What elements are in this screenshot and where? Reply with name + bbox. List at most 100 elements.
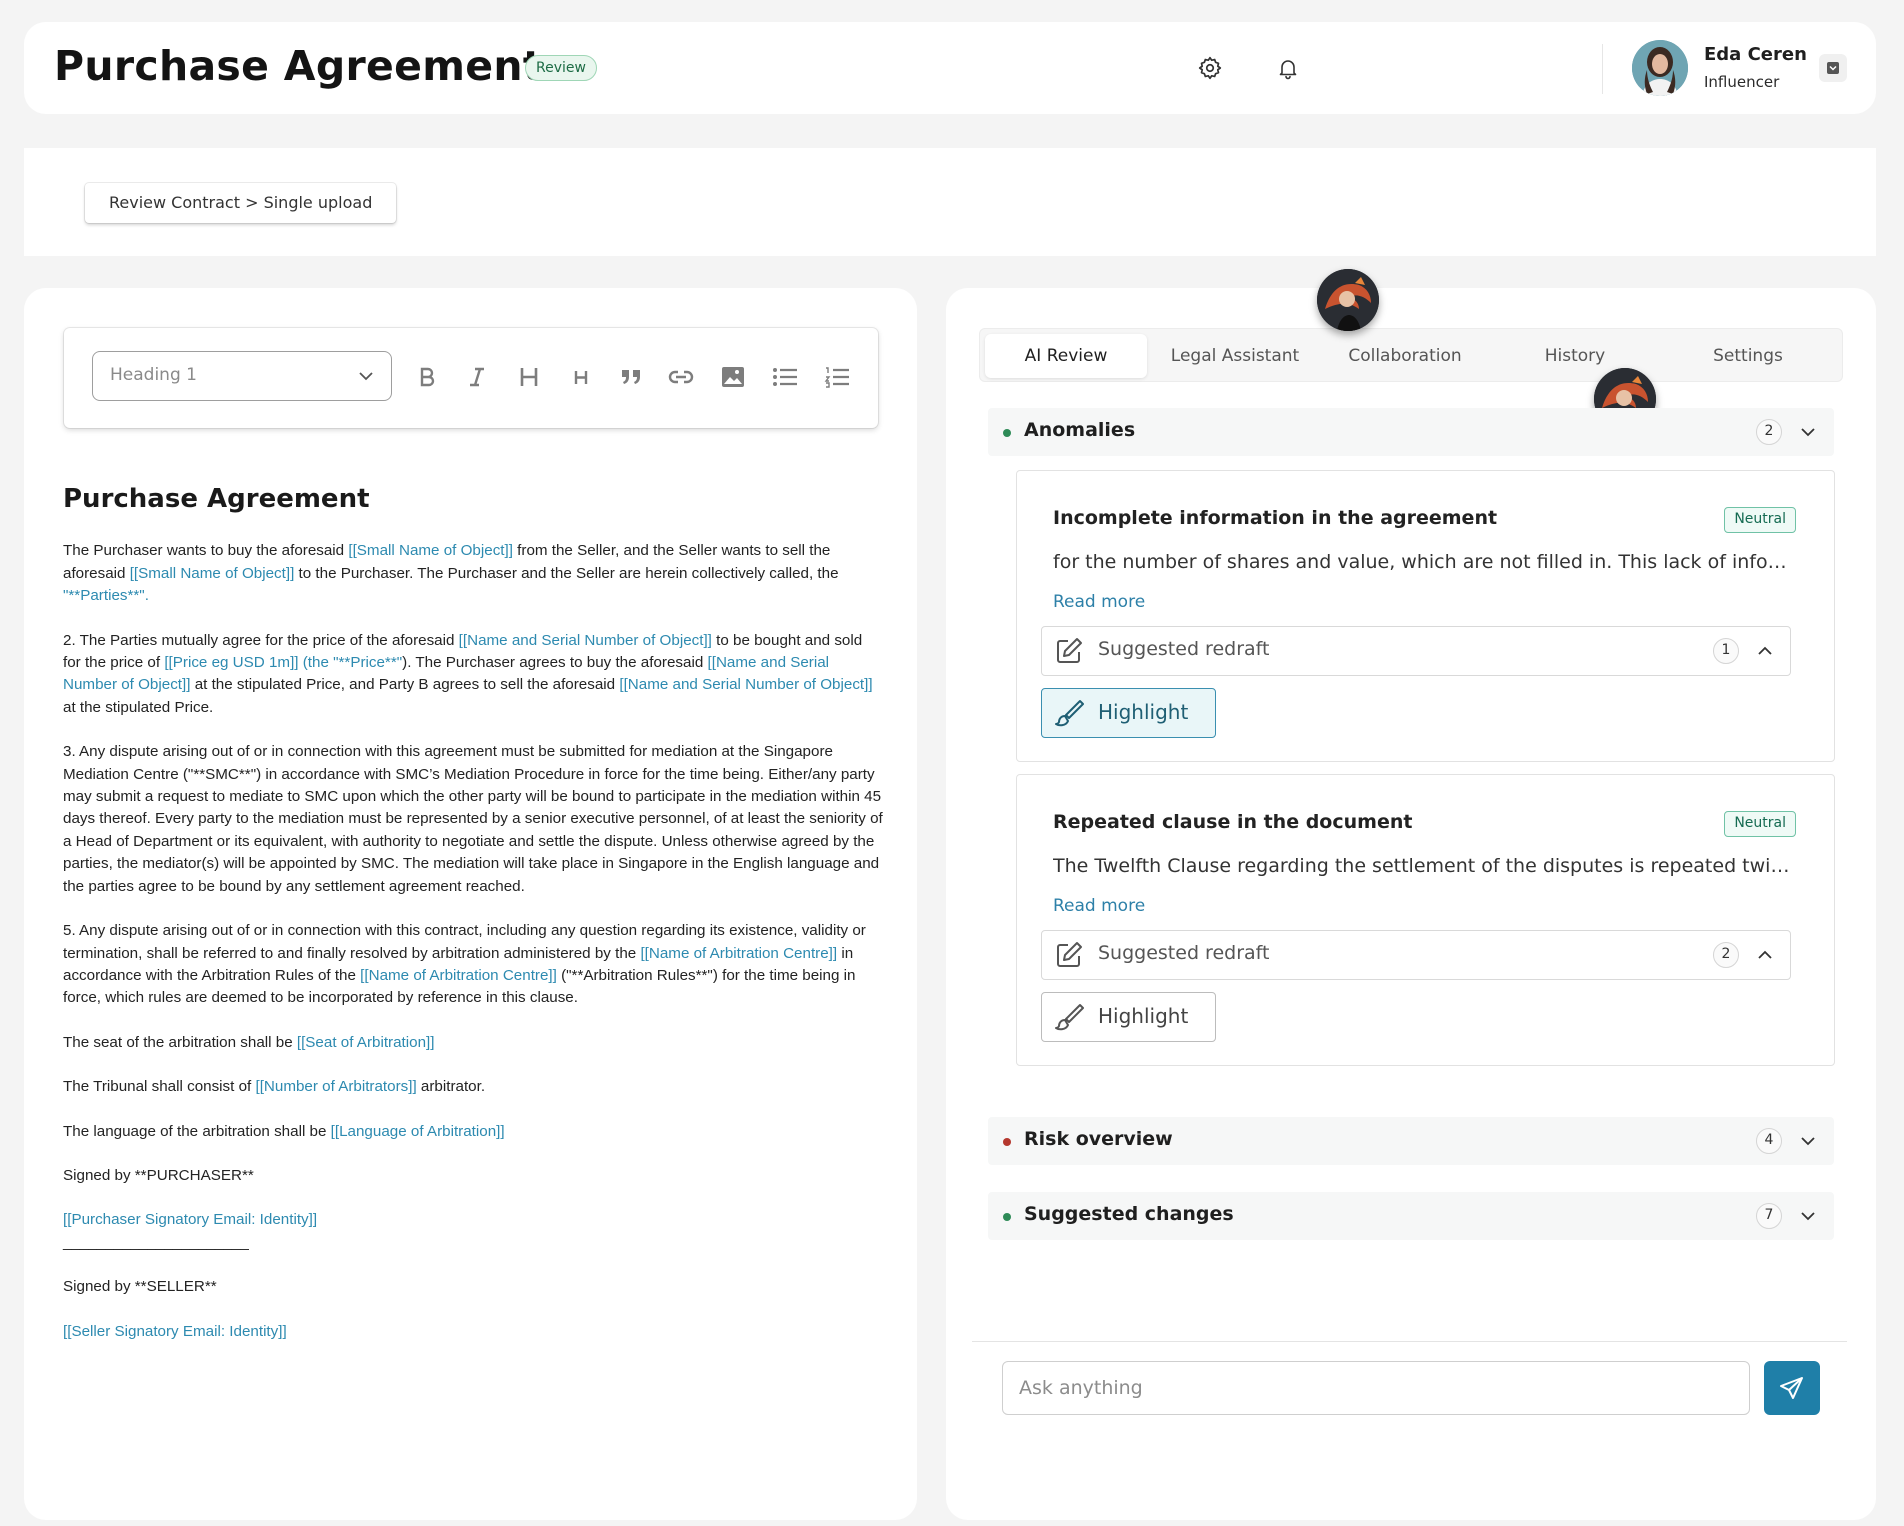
heading-small-icon bbox=[574, 371, 588, 384]
signature-separator: ______________________ bbox=[63, 1233, 249, 1251]
quote-button[interactable] bbox=[616, 362, 646, 392]
read-more-link[interactable]: Read more bbox=[1053, 592, 1145, 612]
heading-small-button[interactable] bbox=[566, 362, 596, 392]
issue-description: for the number of shares and value, whic… bbox=[1053, 551, 1793, 573]
image-icon bbox=[722, 367, 744, 387]
review-tabs: AI Review Legal Assistant Collaboration … bbox=[979, 328, 1843, 382]
heading-select[interactable]: Heading 1 bbox=[92, 351, 392, 401]
issue-card: Incomplete information in the agreement … bbox=[1016, 470, 1835, 762]
heading-large-button[interactable] bbox=[514, 362, 544, 392]
highlight-button[interactable]: Highlight bbox=[1041, 688, 1216, 738]
brush-icon bbox=[1055, 700, 1084, 727]
chevron-down-icon bbox=[1827, 62, 1839, 74]
paragraph-seat: The seat of the arbitration shall be [[S… bbox=[63, 1033, 435, 1051]
user-name: Eda Ceren bbox=[1704, 44, 1807, 65]
placeholder-field[interactable]: [[Name and Serial Number of Object]] bbox=[619, 676, 872, 693]
issue-title: Repeated clause in the document bbox=[1053, 811, 1413, 833]
paragraph-mediation: 3. Any dispute arising out of or in conn… bbox=[63, 743, 883, 895]
section-anomalies[interactable]: Anomalies 2 bbox=[988, 408, 1834, 456]
collaborator-avatar[interactable] bbox=[1317, 269, 1379, 331]
chat-input[interactable] bbox=[1002, 1361, 1750, 1415]
paragraph-tribunal: The Tribunal shall consist of [[Number o… bbox=[63, 1078, 486, 1096]
status-dot bbox=[1003, 429, 1011, 437]
breadcrumb-panel: Review Contract > Single upload bbox=[24, 148, 1876, 256]
avatar[interactable] bbox=[1632, 40, 1688, 96]
highlight-button[interactable]: Highlight bbox=[1041, 992, 1216, 1042]
bell-icon[interactable] bbox=[1270, 50, 1306, 86]
seller-email-placeholder[interactable]: [[Seller Signatory Email: Identity]] bbox=[63, 1321, 883, 1343]
placeholder-field[interactable]: "**Parties**". bbox=[63, 587, 149, 604]
chevron-down-icon bbox=[1801, 1212, 1815, 1221]
bold-icon bbox=[420, 367, 435, 387]
document-body[interactable]: Purchase Agreement The Purchaser wants t… bbox=[63, 484, 883, 1365]
signed-by-purchaser: Signed by **PURCHASER** bbox=[63, 1166, 254, 1184]
placeholder-field[interactable]: [[Name and Serial Number of Object]] bbox=[459, 632, 712, 649]
user-role: Influencer bbox=[1704, 73, 1780, 91]
bold-button[interactable] bbox=[412, 362, 442, 392]
section-label: Anomalies bbox=[1024, 419, 1136, 441]
section-risk-overview[interactable]: Risk overview 4 bbox=[988, 1117, 1834, 1165]
purchaser-email-placeholder[interactable]: [[Purchaser Signatory Email: Identity]] bbox=[63, 1209, 883, 1231]
placeholder-field[interactable]: [[Small Name of Object]] bbox=[130, 565, 295, 582]
placeholder-field[interactable]: [[Small Name of Object]] bbox=[348, 542, 513, 559]
heading-select-value: Heading 1 bbox=[110, 365, 197, 385]
signed-by-seller: Signed by **SELLER** bbox=[63, 1278, 217, 1296]
placeholder-field[interactable]: [[Number of Arbitrators]] bbox=[255, 1078, 416, 1095]
placeholder-field[interactable]: [[Name of Arbitration Centre]] bbox=[640, 945, 837, 962]
read-more-link[interactable]: Read more bbox=[1053, 896, 1145, 916]
header-divider bbox=[1602, 44, 1603, 94]
tab-collaboration[interactable]: Collaboration bbox=[1325, 334, 1485, 378]
placeholder-field[interactable]: [[Seat of Arbitration]] bbox=[297, 1034, 435, 1051]
highlight-label: Highlight bbox=[1098, 700, 1189, 724]
highlight-label: Highlight bbox=[1098, 1004, 1189, 1028]
link-icon bbox=[668, 370, 694, 384]
chevron-down-icon bbox=[1801, 1137, 1815, 1146]
severity-badge: Neutral bbox=[1724, 811, 1796, 837]
bullet-list-button[interactable] bbox=[770, 362, 800, 392]
edit-icon bbox=[1057, 942, 1082, 967]
editor-toolbar: Heading 1 bbox=[64, 328, 878, 428]
redraft-label: Suggested redraft bbox=[1098, 942, 1270, 964]
italic-icon bbox=[470, 367, 484, 387]
chat-divider bbox=[972, 1341, 1847, 1342]
editor-panel: Heading 1 Purchase Agreement The Purchas… bbox=[24, 288, 917, 1520]
section-label: Suggested changes bbox=[1024, 1203, 1234, 1225]
chevron-up-icon bbox=[1758, 950, 1772, 959]
gear-icon[interactable] bbox=[1192, 50, 1228, 86]
paragraph-language: The language of the arbitration shall be… bbox=[63, 1122, 505, 1140]
count-badge: 2 bbox=[1756, 419, 1782, 445]
redraft-label: Suggested redraft bbox=[1098, 638, 1270, 660]
brush-icon bbox=[1055, 1004, 1084, 1031]
edit-icon bbox=[1057, 638, 1082, 663]
document-title: Purchase Agreement bbox=[63, 484, 370, 514]
section-suggested-changes[interactable]: Suggested changes 7 bbox=[988, 1192, 1834, 1240]
chevron-down-icon bbox=[359, 372, 373, 381]
placeholder-field[interactable]: [[Name of Arbitration Centre]] bbox=[360, 967, 557, 984]
top-header: Purchase Agreement Review Eda Ceren Infl… bbox=[24, 22, 1876, 114]
paragraph-arbitration: 5. Any dispute arising out of or in conn… bbox=[63, 922, 866, 1007]
tab-legal-assistant[interactable]: Legal Assistant bbox=[1155, 334, 1315, 378]
issue-description: The Twelfth Clause regarding the settlem… bbox=[1053, 855, 1793, 877]
image-button[interactable] bbox=[718, 362, 748, 392]
breadcrumb[interactable]: Review Contract > Single upload bbox=[85, 183, 397, 223]
chevron-up-icon bbox=[1758, 646, 1772, 655]
issue-card: Repeated clause in the document Neutral … bbox=[1016, 774, 1835, 1066]
paragraph-parties: The Purchaser wants to buy the aforesaid… bbox=[63, 542, 839, 605]
severity-badge: Neutral bbox=[1724, 507, 1796, 533]
paragraph-price: 2. The Parties mutually agree for the pr… bbox=[63, 631, 873, 716]
suggested-redraft-toggle[interactable]: Suggested redraft 2 bbox=[1041, 930, 1791, 980]
user-menu-toggle[interactable] bbox=[1819, 54, 1847, 82]
placeholder-field[interactable]: [[Language of Arbitration]] bbox=[331, 1123, 505, 1140]
tab-ai-review[interactable]: AI Review bbox=[985, 334, 1147, 378]
placeholder-field[interactable]: [[Price eg USD 1m]] (the "**Price**" bbox=[164, 654, 402, 671]
suggested-redraft-toggle[interactable]: Suggested redraft 1 bbox=[1041, 626, 1791, 676]
tab-settings[interactable]: Settings bbox=[1668, 334, 1828, 378]
link-button[interactable] bbox=[666, 362, 696, 392]
count-badge: 4 bbox=[1756, 1128, 1782, 1154]
status-dot bbox=[1003, 1138, 1011, 1146]
send-button[interactable] bbox=[1764, 1361, 1820, 1415]
numbered-list-button[interactable] bbox=[822, 362, 852, 392]
status-badge: Review bbox=[525, 55, 597, 81]
page-title: Purchase Agreement bbox=[54, 42, 543, 90]
italic-button[interactable] bbox=[462, 362, 492, 392]
